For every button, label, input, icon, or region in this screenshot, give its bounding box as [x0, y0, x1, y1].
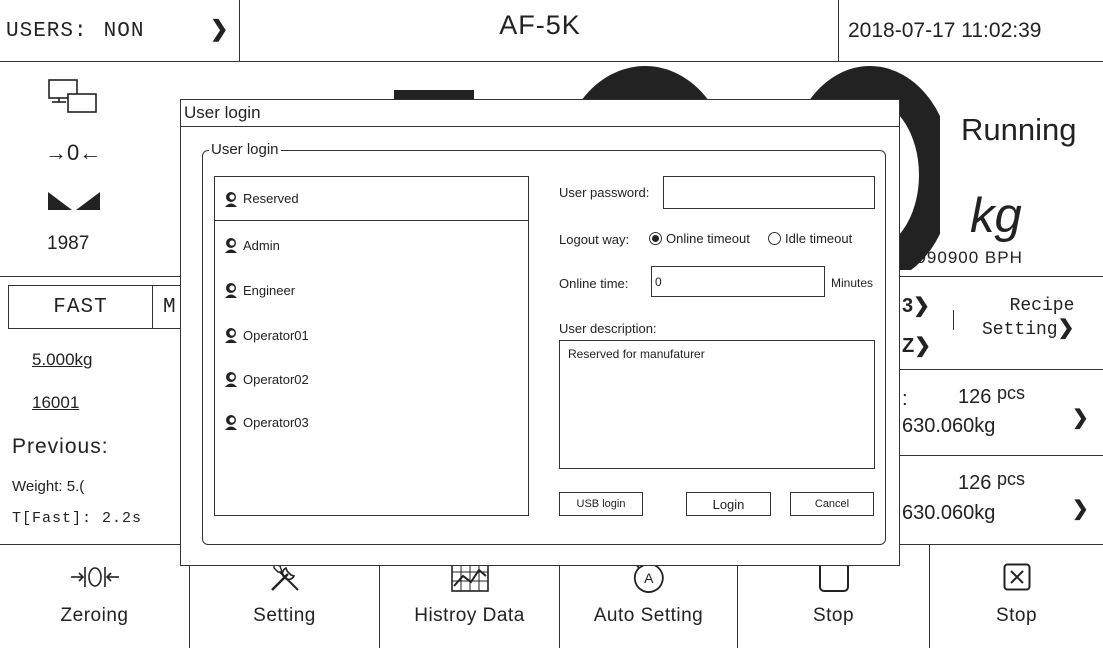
user-name: Operator01	[243, 327, 309, 343]
user-icon	[225, 238, 237, 253]
weight-unit: kg	[970, 189, 1022, 243]
recipe-setting-button[interactable]: Recipe Setting❯	[982, 295, 1074, 342]
description-field[interactable]: Reserved for manufaturer	[559, 340, 875, 469]
users-value: NON	[103, 19, 145, 43]
row1-weight: 630.060kg	[902, 415, 996, 437]
history-label: Histroy Data	[414, 605, 525, 626]
online-time-field[interactable]: 0	[651, 266, 825, 297]
recipe-label: Recipe	[1009, 296, 1075, 316]
setting-label: Setting	[982, 320, 1058, 340]
previous-weight: Weight: 5.(	[12, 478, 85, 495]
online-timeout-label: Online timeout	[666, 231, 750, 246]
password-label: User password:	[559, 185, 650, 200]
user-icon	[225, 372, 237, 387]
login-button[interactable]: Login	[686, 492, 771, 516]
dialog-title: User login	[181, 100, 899, 127]
chevron-right-icon: ❯	[210, 18, 230, 43]
user-icon	[225, 415, 237, 430]
setting-label: Setting	[253, 605, 316, 626]
cancel-button[interactable]: Cancel	[790, 492, 874, 516]
radio-icon	[768, 232, 781, 245]
usb-login-button[interactable]: USB login	[559, 492, 643, 516]
logout-label: Logout way:	[559, 232, 630, 247]
idle-timeout-radio[interactable]: Idle timeout	[768, 231, 852, 246]
group-label: User login	[209, 141, 281, 158]
idle-timeout-label: Idle timeout	[785, 231, 853, 246]
monitor-icon	[48, 79, 97, 113]
list-item[interactable]: Operator02	[215, 357, 528, 401]
divider	[900, 455, 1103, 456]
list-item[interactable]: Reserved	[215, 177, 528, 221]
stop-label: Stop	[812, 605, 855, 626]
zeroing-label: Zeroing	[60, 605, 129, 626]
row2-weight: 630.060kg	[902, 502, 996, 524]
list-item[interactable]: Admin	[215, 223, 528, 267]
password-field[interactable]	[663, 176, 875, 209]
online-time-label: Online time:	[559, 276, 629, 291]
zeroing-button[interactable]: Zeroing	[0, 545, 190, 648]
previous-label: Previous:	[12, 435, 109, 458]
datetime: 2018-07-17 11:02:39	[838, 0, 1103, 62]
count-value: 1987	[47, 233, 90, 254]
device-title: AF-5K	[499, 9, 581, 40]
auto-setting-label: Auto Setting	[593, 605, 704, 626]
row1-count: 126 pcs	[958, 383, 1025, 408]
zero-indicator: →0←	[45, 140, 102, 165]
user-name: Admin	[243, 237, 280, 253]
chevron-right-icon[interactable]: ❯	[1072, 496, 1089, 521]
top-bar: USERS: NON ❯ AF-5K 2018-07-17 11:02:39	[0, 0, 1103, 62]
users-label: USERS:	[6, 19, 88, 43]
mode-fast[interactable]: FAST	[8, 285, 153, 329]
online-timeout-radio[interactable]: Online timeout	[649, 231, 750, 246]
users-selector[interactable]: USERS: NON ❯	[0, 0, 240, 62]
list-item[interactable]: Operator03	[215, 400, 528, 444]
stop-x-button[interactable]: Stop	[930, 545, 1103, 648]
user-name: Engineer	[243, 282, 296, 298]
zero-icon	[69, 559, 121, 595]
svg-text:A: A	[644, 570, 654, 586]
chevron-right-icon: ❯	[1057, 318, 1075, 341]
user-icon	[225, 191, 237, 207]
user-name: Operator03	[243, 414, 309, 430]
row1-colon: :	[902, 388, 908, 410]
user-name: Reserved	[243, 191, 299, 206]
row2-count: 126 pcs	[958, 469, 1025, 494]
description-label: User description:	[559, 321, 657, 336]
chevron-right-icon[interactable]: ❯	[1072, 405, 1089, 430]
chevron-right-icon[interactable]: Z❯	[902, 333, 931, 358]
user-login-dialog: User login User login Reserved Admin Eng…	[180, 99, 900, 566]
previous-time: T[Fast]: 2.2s	[12, 510, 143, 527]
user-list: Reserved Admin Engineer Operator01 Opera…	[214, 176, 529, 516]
target-weight[interactable]: 5.000kg	[32, 350, 93, 370]
user-icon	[225, 283, 237, 298]
separator	[953, 310, 954, 330]
radio-selected-icon	[649, 232, 662, 245]
list-item[interactable]: Engineer	[215, 268, 528, 312]
chevron-right-icon[interactable]: 3❯	[902, 293, 930, 318]
user-icon	[225, 328, 237, 343]
list-item[interactable]: Operator01	[215, 313, 528, 357]
user-name: Operator02	[243, 371, 309, 387]
speed-value: 8990900 BPH	[906, 248, 1023, 267]
stop-x-icon	[1003, 559, 1031, 595]
running-status: Running	[961, 112, 1077, 147]
stop-x-label: Stop	[995, 605, 1038, 626]
minutes-label: Minutes	[831, 276, 874, 290]
stable-icon	[48, 192, 100, 210]
product-code[interactable]: 16001	[32, 393, 79, 413]
divider	[900, 369, 1103, 370]
